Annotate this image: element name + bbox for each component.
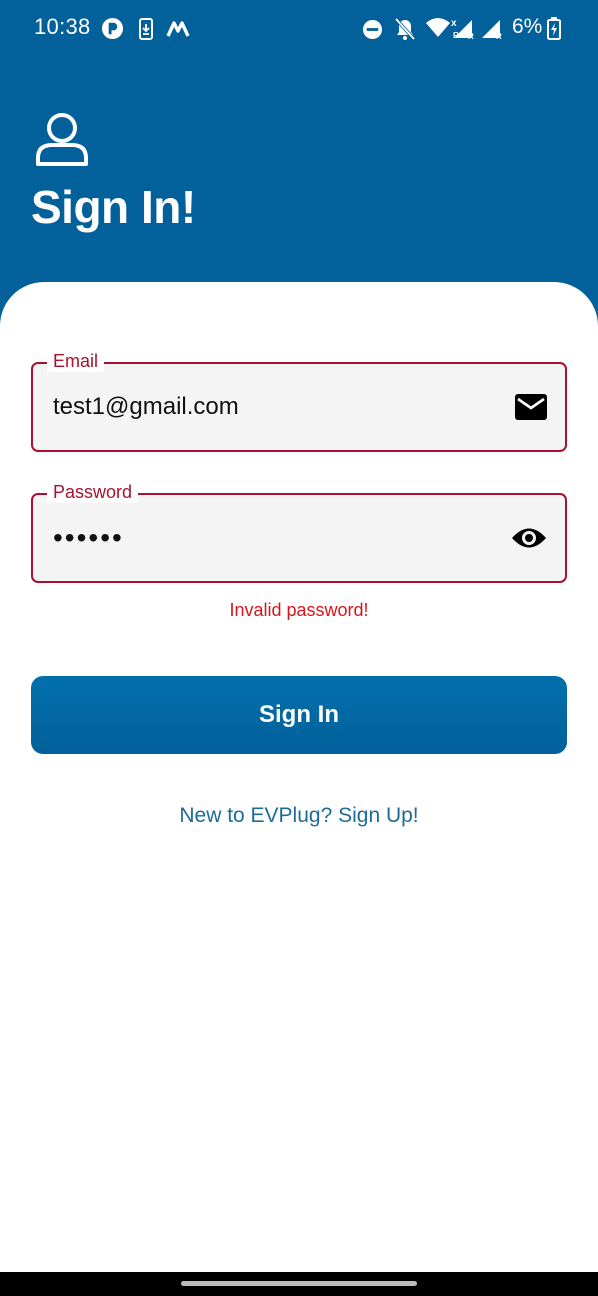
email-input[interactable] <box>53 364 493 450</box>
password-field[interactable]: Password <box>31 481 567 583</box>
status-time: 10:38 <box>34 14 91 39</box>
do-not-disturb-icon <box>362 19 383 40</box>
home-indicator[interactable] <box>181 1281 417 1286</box>
signal-icon: R <box>454 20 474 40</box>
page-title: Sign In! <box>31 181 196 233</box>
mail-icon <box>515 394 547 420</box>
sign-in-button[interactable]: Sign In <box>31 676 567 754</box>
password-error-text: Invalid password! <box>229 600 369 620</box>
navigation-bar <box>0 1272 598 1296</box>
bell-muted-icon <box>394 17 416 41</box>
svg-text:R: R <box>468 32 474 40</box>
password-input[interactable] <box>53 495 493 581</box>
svg-text:R: R <box>496 32 502 40</box>
status-bar: 10:38 x R R R 6% <box>0 0 598 58</box>
signal-icon: R <box>482 20 502 40</box>
header: 10:38 x R R R 6% Sign In! <box>0 0 598 330</box>
maps-m-icon <box>166 21 190 37</box>
email-field[interactable]: Email <box>31 350 567 452</box>
sign-up-link[interactable]: New to EVPlug? Sign Up! <box>0 804 598 828</box>
battery-percent: 6% <box>512 15 543 38</box>
download-icon <box>139 18 153 40</box>
user-icon <box>36 113 88 166</box>
app-r-icon <box>101 17 124 40</box>
battery-icon <box>547 17 561 40</box>
eye-icon[interactable] <box>511 525 547 551</box>
